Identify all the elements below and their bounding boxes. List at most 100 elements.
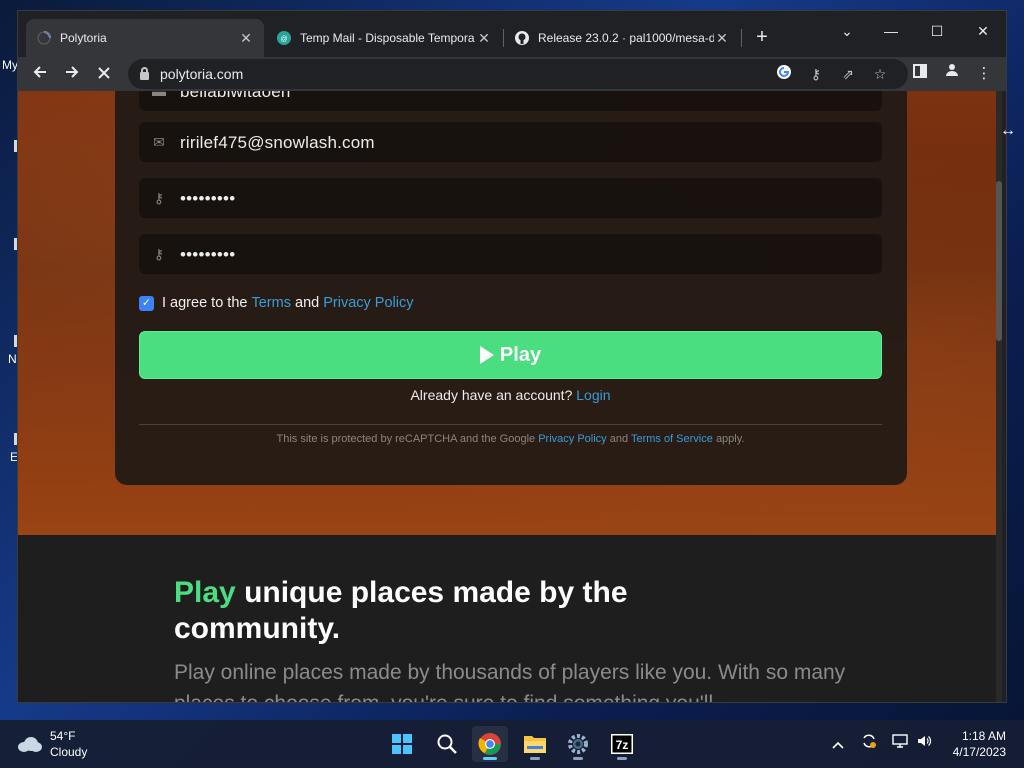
have-account-text: Already have an account? <box>410 387 573 403</box>
password-field[interactable]: ⚷ ••••••••• <box>139 178 882 218</box>
folder-icon <box>524 736 546 753</box>
network-icon[interactable] <box>888 732 912 756</box>
github-icon <box>514 30 530 46</box>
bookmark-star-icon[interactable]: ☆ <box>870 64 890 84</box>
menu-kebab-icon[interactable]: ⋮ <box>972 62 996 86</box>
forward-button[interactable] <box>58 60 86 88</box>
clock-time: 1:18 AM <box>961 729 1006 743</box>
maximize-button[interactable]: ☐ <box>914 17 960 45</box>
svg-text:@: @ <box>280 36 287 43</box>
close-tab-icon[interactable]: ✕ <box>238 30 254 47</box>
tab-separator <box>741 29 742 47</box>
user-icon: ▬ <box>152 91 166 99</box>
desktop-label[interactable]: N <box>8 352 17 366</box>
url-text[interactable]: polytoria.com <box>160 66 243 82</box>
profile-icon[interactable] <box>940 62 964 86</box>
sync-icon[interactable] <box>857 732 881 756</box>
password-value: ••••••••• <box>180 189 236 208</box>
key-icon: ⚷ <box>153 246 165 262</box>
browser-window: Polytoria ✕ @ Temp Mail - Disposable Tem… <box>17 10 1007 703</box>
username-field[interactable]: ▬ bellablwitaoen ⌄ <box>139 91 882 111</box>
tab-polytoria[interactable]: Polytoria ✕ <box>26 19 264 57</box>
svg-text:7z: 7z <box>616 738 629 752</box>
chrome-icon <box>478 733 501 755</box>
close-tab-icon[interactable]: ✕ <box>476 30 492 47</box>
7zip-app[interactable]: 7z <box>604 726 640 762</box>
username-value: bellablwitaoen <box>180 91 291 101</box>
browser-toolbar: polytoria.com ⚷ ⇗ ☆ ⋮ <box>18 57 1006 91</box>
weather-temp: 54°F <box>50 729 76 743</box>
recaptcha-and-text: and <box>609 433 629 445</box>
search-icon <box>437 734 457 754</box>
stop-icon <box>98 67 110 79</box>
headline-accent: Play <box>174 576 236 609</box>
weather-condition: Cloudy <box>50 745 88 759</box>
page-viewport: ▬ bellablwitaoen ⌄ ✉ ririlef475@snowlash… <box>18 91 1002 702</box>
tab-temp-mail[interactable]: @ Temp Mail - Disposable Tempora ✕ <box>266 19 502 57</box>
cloud-icon <box>16 736 42 752</box>
tab-search-button[interactable]: ⌄ <box>824 17 870 45</box>
tab-title: Release 23.0.2 · pal1000/mesa-di <box>538 31 714 45</box>
gear-icon <box>568 734 588 754</box>
desktop-label[interactable]: My <box>2 58 18 72</box>
windows-logo-icon <box>392 734 412 754</box>
section-subtext: Play online places made by thousands of … <box>174 661 846 702</box>
chrome-app[interactable] <box>472 726 508 762</box>
search-button[interactable] <box>429 726 465 762</box>
play-button[interactable]: Play <box>139 331 882 379</box>
start-button[interactable] <box>384 726 420 762</box>
agree-terms-row: ✓ I agree to the Terms and Privacy Polic… <box>139 293 413 313</box>
side-panel-icon[interactable] <box>908 62 932 86</box>
key-icon[interactable]: ⚷ <box>806 64 826 84</box>
email-field[interactable]: ✉ ririlef475@snowlash.com <box>139 122 882 162</box>
terms-link[interactable]: Terms <box>251 295 290 311</box>
close-window-button[interactable]: ✕ <box>960 17 1006 45</box>
lock-icon[interactable] <box>140 67 149 80</box>
recaptcha-suffix-text: apply. <box>715 433 745 445</box>
tray-chevron-up-icon[interactable] <box>826 732 850 756</box>
loading-spinner-icon <box>36 30 52 46</box>
file-explorer-app[interactable] <box>517 726 553 762</box>
tab-strip: Polytoria ✕ @ Temp Mail - Disposable Tem… <box>18 11 1006 57</box>
minimize-button[interactable]: — <box>868 17 914 45</box>
google-icon[interactable] <box>774 64 794 84</box>
section-headline: Play unique places made by the community… <box>174 575 734 647</box>
agree-checkbox[interactable]: ✓ <box>139 295 154 311</box>
7zip-icon: 7z <box>611 734 633 754</box>
settings-app[interactable] <box>560 726 596 762</box>
scrollbar[interactable] <box>996 91 1002 702</box>
weather-widget[interactable]: 54°F Cloudy <box>16 726 87 762</box>
tab-title: Polytoria <box>60 31 107 45</box>
scrollbar-thumb[interactable] <box>996 181 1002 341</box>
places-section: Play unique places made by the community… <box>18 535 1002 702</box>
clock-date: 4/17/2023 <box>952 745 1006 759</box>
login-link[interactable]: Login <box>576 387 610 403</box>
close-tab-icon[interactable]: ✕ <box>714 30 730 47</box>
tab-github-release[interactable]: Release 23.0.2 · pal1000/mesa-di ✕ <box>504 19 740 57</box>
share-icon[interactable]: ⇗ <box>838 64 858 84</box>
recaptcha-notice: This site is protected by reCAPTCHA and … <box>139 433 882 445</box>
temp-mail-icon: @ <box>276 30 292 46</box>
recaptcha-text: This site is protected by reCAPTCHA and … <box>276 433 536 445</box>
email-value: ririlef475@snowlash.com <box>180 133 375 152</box>
google-privacy-link[interactable]: Privacy Policy <box>538 433 606 445</box>
privacy-policy-link[interactable]: Privacy Policy <box>323 295 413 311</box>
agree-and-text: and <box>295 295 320 311</box>
taskbar: 54°F Cloudy 7z 1:18 AM 4/17/2023 <box>0 720 1024 768</box>
agree-text: I agree to the <box>162 295 248 311</box>
google-terms-link[interactable]: Terms of Service <box>631 433 713 445</box>
play-label: Play <box>499 343 542 366</box>
confirm-password-field[interactable]: ⚷ ••••••••• <box>139 234 882 274</box>
tab-title: Temp Mail - Disposable Tempora <box>300 31 475 45</box>
address-bar[interactable]: polytoria.com ⚷ ⇗ ☆ <box>128 59 908 89</box>
stop-loading-button[interactable] <box>90 60 118 88</box>
system-clock[interactable]: 1:18 AM 4/17/2023 <box>953 728 1006 760</box>
key-icon: ⚷ <box>153 190 165 206</box>
resize-cursor-icon: ↔ <box>1000 122 1016 139</box>
envelope-icon: ✉ <box>153 134 165 150</box>
volume-icon[interactable] <box>912 732 936 756</box>
back-button[interactable] <box>26 60 54 88</box>
headline-rest: unique places made by the community. <box>174 576 628 645</box>
new-tab-button[interactable]: + <box>750 25 774 49</box>
have-account-row: Already have an account? Login <box>139 387 882 403</box>
